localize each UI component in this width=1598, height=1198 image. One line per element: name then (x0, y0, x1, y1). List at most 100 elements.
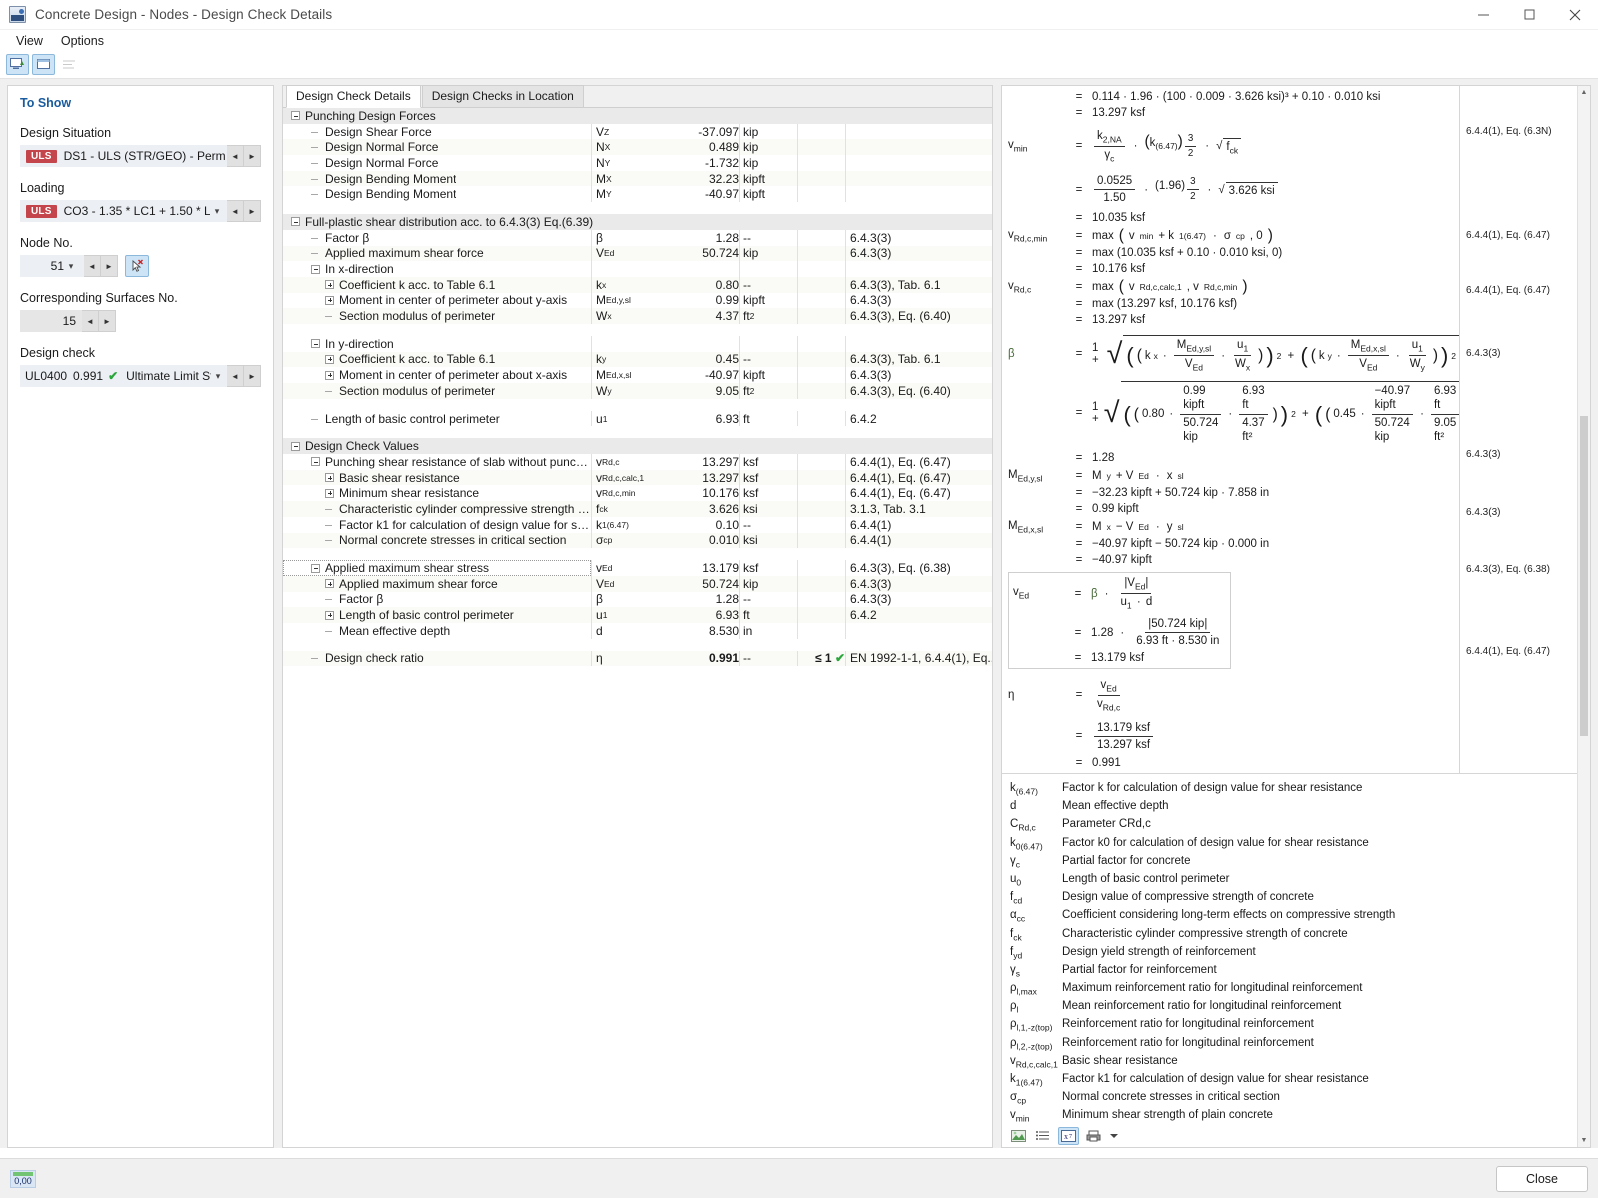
scroll-up-arrow-icon[interactable]: ▲ (1578, 86, 1590, 99)
pick-node-cursor-icon[interactable] (125, 255, 149, 277)
design-check-label: Design check (20, 346, 96, 360)
table-row[interactable]: Coefficient k acc. to Table 6.1 k y 0.45 -- 6… (283, 351, 992, 368)
surfaces-no-next-button[interactable]: ► (99, 310, 116, 332)
surfaces-no-prev-button[interactable]: ◄ (82, 310, 99, 332)
expand-icon[interactable] (325, 295, 334, 305)
loading-combo[interactable]: ULS CO3 - 1.35 * LC1 + 1.50 * LC2 + 0.7.… (20, 200, 227, 222)
scroll-down-arrow-icon[interactable]: ▼ (1578, 1134, 1590, 1147)
tree-group-header[interactable]: Punching Design Forces (283, 108, 992, 124)
expand-icon[interactable] (325, 354, 334, 364)
collapse-icon[interactable] (291, 217, 300, 227)
row-unit: kip (739, 245, 797, 262)
expand-icon[interactable] (325, 610, 334, 620)
collapse-icon[interactable] (291, 441, 300, 451)
surfaces-no-input[interactable]: 15 (20, 310, 82, 332)
chevron-down-icon[interactable]: ▾ (210, 206, 226, 217)
formula-scrollbar[interactable]: ▲ ▼ (1577, 86, 1590, 1147)
menu-view[interactable]: View (8, 32, 51, 50)
collapse-icon[interactable] (311, 264, 320, 274)
table-row[interactable]: Design Bending Moment M Y -40.97 kipft (283, 186, 992, 203)
table-row[interactable]: Section modulus of perimeter Wy 9.05 ft 2 6.4… (283, 383, 992, 399)
tab-design-check-details[interactable]: Design Check Details (286, 85, 421, 108)
table-row[interactable]: Length of basic control perimeter u 1 6.93 f… (283, 410, 992, 427)
show-variables-icon[interactable]: x7 (1058, 1127, 1079, 1145)
design-check-combo[interactable]: UL0400 0.991 ✔ Ultimate Limit State | ..… (20, 365, 227, 387)
minimize-icon[interactable] (1460, 0, 1506, 30)
table-row[interactable]: Normal concrete stresses in critical sec… (283, 532, 992, 549)
design-situation-next-button[interactable]: ► (244, 145, 261, 167)
design-check-next-button[interactable]: ► (244, 365, 261, 387)
row-value: 0.99 (669, 292, 739, 309)
tree-group-header[interactable]: Design Check Values (283, 438, 992, 455)
expand-icon[interactable] (325, 370, 334, 380)
collapse-icon[interactable] (291, 111, 300, 121)
list-formulas-icon[interactable] (1033, 1127, 1054, 1145)
tree-branch-icon (325, 595, 334, 604)
scrollbar-thumb[interactable] (1580, 416, 1588, 736)
close-icon[interactable] (1552, 0, 1598, 30)
table-row[interactable]: Factor β β 1.28 -- 6.4.3(3) (283, 229, 992, 246)
table-row[interactable]: Moment in center of perimeter about y-ax… (283, 292, 992, 309)
table-row[interactable]: Characteristic cylinder compressive stre… (283, 501, 992, 517)
table-row[interactable]: Minimum shear resistance v Rd,c,min 10.176 k… (283, 485, 992, 502)
row-label: Design Bending Moment (325, 187, 457, 202)
print-dropdown-icon[interactable] (1108, 1127, 1119, 1145)
table-row[interactable]: Section modulus of perimeter Wx 4.37 ft 2 6.4… (283, 308, 992, 324)
menu-options[interactable]: Options (53, 32, 112, 50)
node-no-next-button[interactable]: ► (101, 255, 118, 277)
row-reference (845, 123, 992, 140)
design-situation-row: ULS DS1 - ULS (STR/GEO) - Permanent an..… (20, 145, 261, 167)
chevron-down-icon[interactable]: ▾ (64, 261, 80, 272)
tab-design-checks-in-location[interactable]: Design Checks in Location (421, 85, 584, 107)
insert-graphic-icon[interactable] (1008, 1127, 1029, 1145)
table-row[interactable]: Punching shear resistance of slab withou… (283, 454, 992, 470)
design-situation-prev-button[interactable]: ◄ (227, 145, 244, 167)
table-row[interactable]: Design Bending Moment M X 32.23 kipft (283, 170, 992, 187)
loading-prev-button[interactable]: ◄ (227, 200, 244, 222)
show-graphic-icon[interactable] (6, 54, 29, 75)
node-no-prev-button[interactable]: ◄ (84, 255, 101, 277)
table-row[interactable]: Factor k1 for calculation of design valu… (283, 516, 992, 533)
table-row[interactable]: Design Normal Force N Y -1.732 kip (283, 155, 992, 171)
tree-branch-icon (325, 386, 334, 395)
table-row[interactable]: Applied maximum shear force V Ed 50.724 kip 6… (283, 575, 992, 592)
list-icon[interactable] (58, 54, 81, 75)
chevron-down-icon[interactable]: ▾ (211, 371, 227, 382)
show-window-icon[interactable] (32, 54, 55, 75)
table-row[interactable]: Mean effective depth d 8.530 in (283, 622, 992, 639)
legend-item: αcc Coefficient considering long-term eff… (1010, 909, 1577, 927)
table-row[interactable]: In y-direction (283, 335, 992, 352)
units-status-icon[interactable]: 0,00 (10, 1169, 36, 1188)
loading-next-button[interactable]: ► (244, 200, 261, 222)
table-row[interactable]: Factor β β 1.28 -- 6.4.3(3) (283, 591, 992, 608)
table-row[interactable]: Coefficient k acc. to Table 6.1 k x 0.80 -- 6… (283, 276, 992, 293)
collapse-icon[interactable] (311, 563, 320, 573)
row-reference (845, 170, 992, 187)
expand-icon[interactable] (325, 473, 334, 483)
expand-icon[interactable] (325, 488, 334, 498)
row-comparison (796, 383, 845, 399)
table-row[interactable]: Moment in center of perimeter about x-ax… (283, 367, 992, 383)
table-row[interactable]: Basic shear resistance v Rd,c,calc,1 13.297… (283, 469, 992, 486)
collapse-icon[interactable] (311, 339, 320, 349)
collapse-icon[interactable] (311, 457, 320, 467)
maximize-icon[interactable] (1506, 0, 1552, 30)
close-button[interactable]: Close (1496, 1165, 1588, 1192)
expand-icon[interactable] (325, 579, 334, 589)
table-row[interactable]: Design Shear Force V Z -37.097 kip (283, 123, 992, 140)
table-row[interactable]: Length of basic control perimeter u 1 6.93 f… (283, 607, 992, 623)
row-unit: ksi (739, 501, 797, 517)
node-no-input[interactable]: 51 ▾ (20, 255, 84, 277)
table-row[interactable]: Design Normal Force N X 0.489 kip (283, 139, 992, 156)
table-row[interactable]: Design check ratio η 0.991 -- ≤ 1 ✔ EN 1992-1… (283, 650, 992, 667)
tree-group-header[interactable]: Full-plastic shear distribution acc. to … (283, 214, 992, 230)
table-row[interactable]: Applied maximum shear force V Ed 50.724 kip 6… (283, 245, 992, 262)
design-check-tree[interactable]: Punching Design Forces Design Shear Force… (283, 108, 992, 1147)
print-icon[interactable] (1083, 1127, 1104, 1145)
design-check-prev-button[interactable]: ◄ (227, 365, 244, 387)
expand-icon[interactable] (325, 280, 334, 290)
table-row[interactable]: Applied maximum shear stress v Ed 13.179 ksf… (283, 560, 992, 576)
row-symbol: u1 (591, 607, 669, 623)
design-situation-combo[interactable]: ULS DS1 - ULS (STR/GEO) - Permanent an..… (20, 145, 227, 167)
table-row[interactable]: In x-direction (283, 261, 992, 277)
